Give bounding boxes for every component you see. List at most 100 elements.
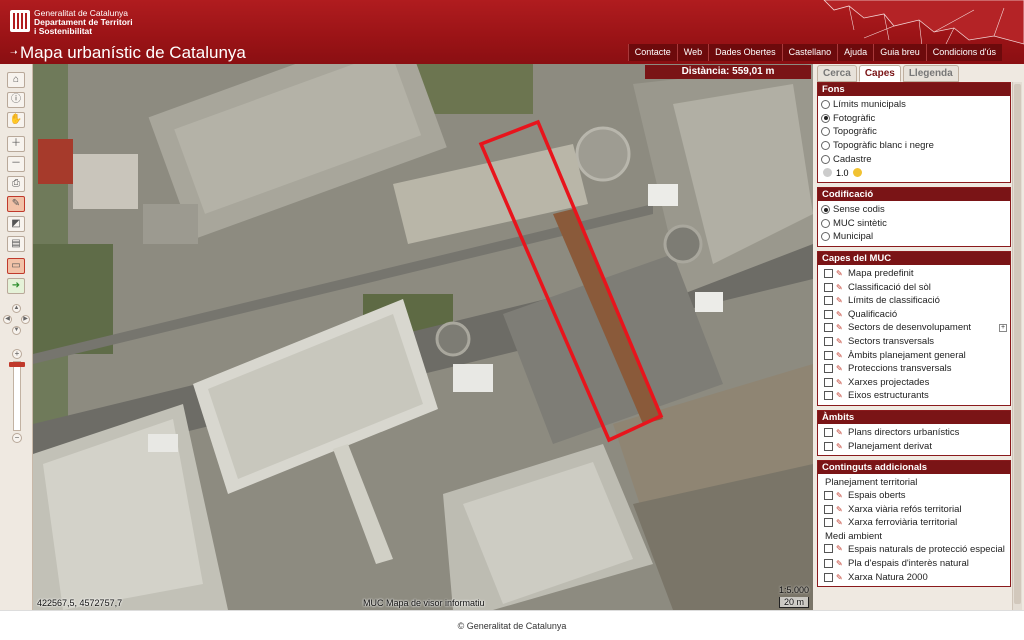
layer-label: Pla d'espais d'interès natural [848, 557, 969, 569]
measure-distance-icon[interactable]: ✎ [7, 196, 25, 212]
pencil-icon: ✎ [836, 269, 843, 279]
layer-item[interactable]: ✎ Límits de classificació [821, 294, 1007, 308]
nav-castellano[interactable]: Castellano [781, 44, 838, 61]
coordinates-readout: 422567,5, 4572757,7 [37, 598, 123, 608]
report-icon[interactable]: ▤ [7, 236, 25, 252]
layer-checkbox[interactable] [824, 377, 833, 387]
radio-button[interactable] [821, 154, 830, 164]
nav-dades-obertes[interactable]: Dades Obertes [708, 44, 782, 61]
layer-item[interactable]: ✎ Plans directors urbanístics [821, 426, 1007, 440]
layer-checkbox[interactable] [824, 543, 833, 553]
layer-item[interactable]: ✎ Qualificació [821, 308, 1007, 322]
radio-button[interactable] [821, 218, 830, 228]
tab-llegenda[interactable]: Llegenda [902, 65, 959, 82]
layer-item[interactable]: ✎ Sectors de desenvolupament + [821, 321, 1007, 335]
layer-checkbox[interactable] [824, 558, 833, 568]
layer-label: Classificació del sòl [848, 281, 931, 293]
layer-item[interactable]: ✎ Classificació del sòl [821, 280, 1007, 294]
fons-option-cadastre[interactable]: Cadastre [821, 152, 1007, 166]
layer-label: Xarxes projectades [848, 376, 930, 388]
layer-checkbox[interactable] [824, 337, 833, 347]
pan-right-icon[interactable]: ▶ [21, 315, 30, 324]
layer-item[interactable]: ✎ Mapa predefinit [821, 267, 1007, 281]
layer-checkbox[interactable] [824, 364, 833, 374]
codificacio-sense-codis[interactable]: Sense codis [821, 203, 1007, 217]
opacity-control[interactable]: 1.0 [821, 166, 1007, 180]
layer-checkbox[interactable] [824, 309, 833, 319]
codificacio-municipal[interactable]: Municipal [821, 230, 1007, 244]
print-icon[interactable]: ⎙ [7, 176, 25, 192]
layer-item[interactable]: ✎ Eixos estructurants [821, 389, 1007, 403]
radio-button[interactable] [821, 141, 830, 151]
layer-item[interactable]: ✎ Proteccions transversals [821, 362, 1007, 376]
zoom-out-tool-icon[interactable]: － [7, 156, 25, 172]
pan-down-icon[interactable]: ▼ [12, 326, 21, 335]
layer-checkbox[interactable] [824, 441, 833, 451]
nav-contacte[interactable]: Contacte [627, 44, 677, 61]
pan-hand-icon[interactable]: ✋ [7, 112, 25, 128]
layer-checkbox[interactable] [824, 427, 833, 437]
layer-item[interactable]: ✎ Planejament derivat [821, 439, 1007, 453]
nav-web[interactable]: Web [676, 44, 709, 61]
nav-condicions[interactable]: Condicions d'ús [925, 44, 1002, 61]
home-icon[interactable]: ⌂ [7, 72, 25, 88]
fons-option-topografic-bn[interactable]: Topogràfic blanc i negre [821, 139, 1007, 153]
panel-scrollbar[interactable] [1012, 82, 1022, 610]
codificacio-muc-sintetic[interactable]: MUC sintètic [821, 217, 1007, 231]
layer-item[interactable]: ✎ Xarxa Natura 2000 [821, 570, 1007, 584]
zoom-slider[interactable] [13, 361, 21, 431]
nav-guia-breu[interactable]: Guia breu [873, 44, 926, 61]
pencil-icon: ✎ [836, 543, 843, 553]
pan-up-icon[interactable]: ▲ [12, 304, 21, 313]
map-view[interactable]: Distància: 559,01 m 422567,5, 4572757,7 … [33, 64, 813, 610]
top-navigation: Contacte Web Dades Obertes Castellano Aj… [627, 44, 1002, 61]
section-codificacio-title: Codificació [818, 187, 1010, 201]
arrow-right-icon[interactable]: ➜ [7, 278, 25, 294]
generalitat-logo[interactable] [10, 10, 30, 32]
layer-item[interactable]: ✎ Xarxa ferroviària territorial [821, 516, 1007, 530]
opacity-min-icon[interactable] [823, 168, 832, 178]
layer-item[interactable]: ✎ Àmbits planejament general [821, 348, 1007, 362]
measure-area-icon[interactable]: ◩ [7, 216, 25, 232]
layer-checkbox[interactable] [824, 572, 833, 582]
layer-checkbox[interactable] [824, 269, 833, 279]
layer-item[interactable]: ✎ Espais oberts [821, 489, 1007, 503]
layer-checkbox[interactable] [824, 282, 833, 292]
fons-option-fotografic[interactable]: Fotogràfic [821, 112, 1007, 126]
layer-checkbox[interactable] [824, 504, 833, 514]
zoom-in-icon[interactable]: + [12, 349, 22, 359]
layer-item[interactable]: ✎ Sectors transversals [821, 335, 1007, 349]
scrollbar-thumb[interactable] [1014, 84, 1021, 604]
layer-checkbox[interactable] [824, 323, 833, 333]
layer-item[interactable]: ✎ Pla d'espais d'interès natural [821, 557, 1007, 571]
app-title: Mapa urbanístic de Catalunya [20, 43, 246, 62]
layer-checkbox[interactable] [824, 518, 833, 528]
layer-checkbox[interactable] [824, 491, 833, 501]
radio-button[interactable] [821, 232, 830, 242]
radio-button[interactable] [821, 100, 830, 110]
zoom-slider-thumb[interactable] [9, 362, 25, 367]
fons-option-topografic[interactable]: Topogràfic [821, 125, 1007, 139]
layer-checkbox[interactable] [824, 350, 833, 360]
layer-checkbox[interactable] [824, 296, 833, 306]
fons-option-limits[interactable]: Límits municipals [821, 98, 1007, 112]
layer-item[interactable]: ✎ Xarxa viària refós territorial [821, 502, 1007, 516]
layer-label: Espais naturals de protecció especial [848, 543, 1005, 555]
expand-icon[interactable]: + [999, 323, 1007, 332]
pan-left-icon[interactable]: ◀ [3, 315, 12, 324]
ruler-icon[interactable]: ▭ [7, 258, 25, 274]
radio-button[interactable] [821, 127, 830, 137]
section-ambits: Àmbits ✎ Plans directors urbanístics ✎ Pla… [817, 409, 1011, 456]
zoom-in-tool-icon[interactable]: ＋ [7, 136, 25, 152]
tab-capes[interactable]: Capes [858, 65, 901, 82]
nav-ajuda[interactable]: Ajuda [837, 44, 874, 61]
opacity-max-icon[interactable] [852, 168, 862, 178]
layer-checkbox[interactable] [824, 391, 833, 401]
radio-button-selected[interactable] [821, 205, 830, 215]
radio-button-selected[interactable] [821, 113, 830, 123]
info-icon[interactable]: ⓘ [7, 92, 25, 108]
layer-item[interactable]: ✎ Espais naturals de protecció especial [821, 543, 1007, 557]
zoom-out-icon[interactable]: − [12, 433, 22, 443]
layer-item[interactable]: ✎ Xarxes projectades [821, 376, 1007, 390]
tab-cerca[interactable]: Cerca [817, 65, 857, 82]
